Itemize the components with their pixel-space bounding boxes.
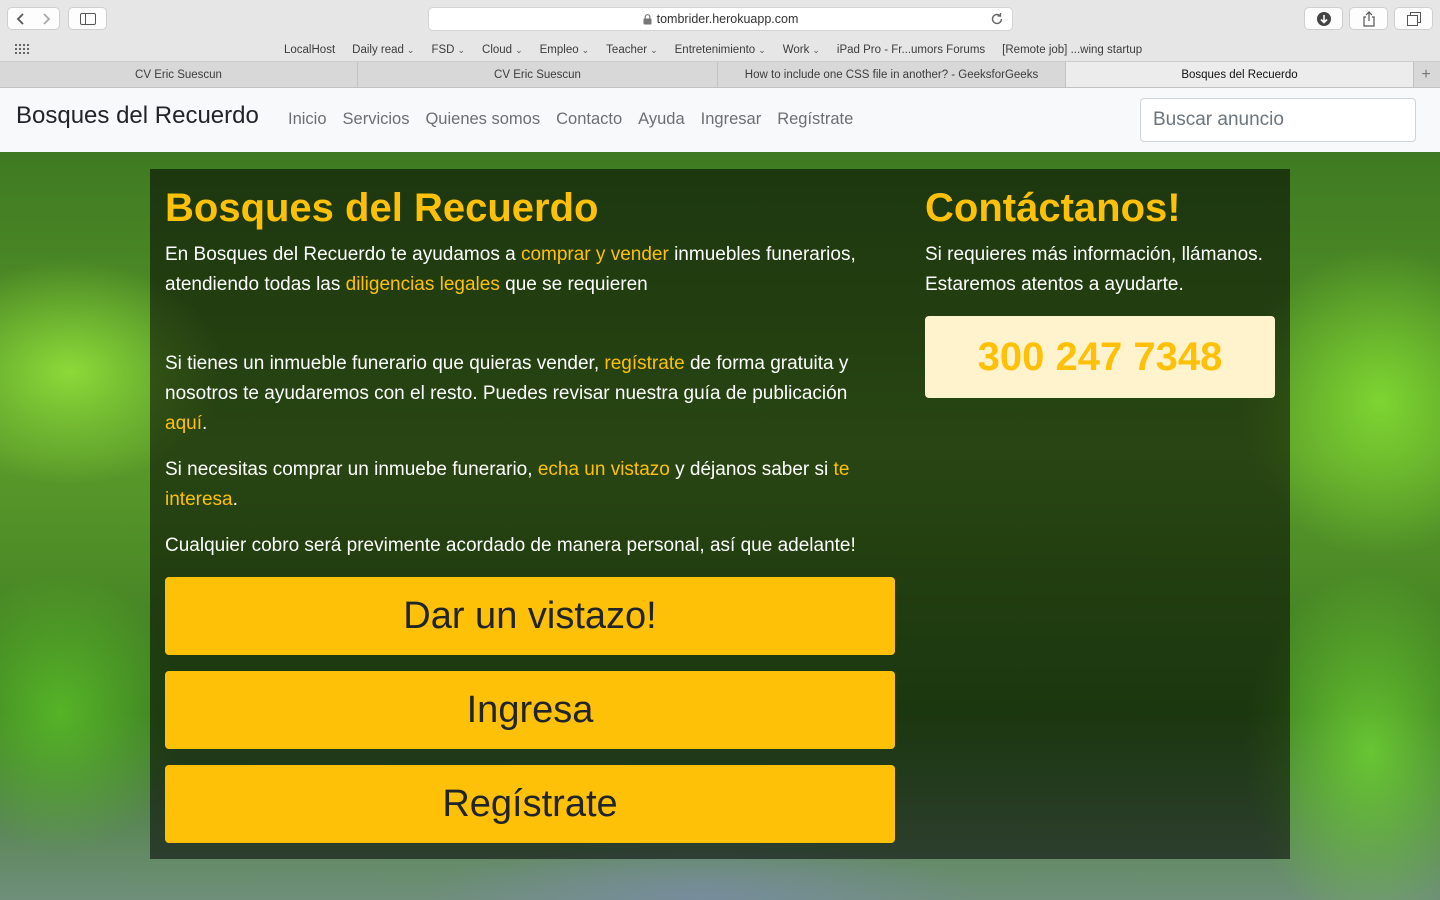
bookmarks-list: LocalHost Daily read ⌄ FSD ⌄ Cloud ⌄ Empleo ⌄ Tea… [284,38,1159,62]
bookmark-item[interactable]: Entretenimiento ⌄ [675,44,766,56]
chevron-down-icon: ⌄ [515,44,523,55]
browser-tab[interactable]: Bosques del Recuerdo [1066,62,1414,87]
buy-text-2: y déjanos saber si [669,459,834,480]
bookmark-item[interactable]: Empleo ⌄ [540,44,590,56]
share-button[interactable] [1349,7,1388,30]
intro-text-1: En Bosques del Recuerdo te ayudamos a [165,244,521,265]
address-text: tombrider.herokuapp.com [656,12,799,26]
intro-paragraph: En Bosques del Recuerdo te ayudamos a co… [165,240,885,300]
bookmark-label: FSD [431,44,455,56]
tabs-overview-button[interactable] [1394,7,1433,30]
guide-link[interactable]: aquí [165,413,202,434]
nav-link[interactable]: Servicios [343,110,410,129]
apps-grid-icon[interactable] [15,44,30,55]
register-button[interactable]: Regístrate [165,765,895,843]
main-title: Bosques del Recuerdo [165,186,599,230]
sidebar-icon [79,12,96,25]
browser-tab[interactable]: CV Eric Suescun [358,62,718,87]
sidebar-toggle-button[interactable] [68,7,107,30]
buy-sell-link[interactable]: comprar y vender [521,244,669,265]
sell-text-3: . [201,413,208,434]
bookmark-item[interactable]: Cloud ⌄ [482,44,523,56]
browse-button[interactable]: Dar un vistazo! [165,577,895,655]
search-input[interactable] [1140,98,1416,142]
tab-label: How to include one CSS file in another? … [744,68,1039,81]
bookmark-item[interactable]: Teacher ⌄ [606,44,657,56]
chevron-down-icon: ⌄ [812,44,820,55]
bookmark-item[interactable]: [Remote job] ...wing startup [1002,44,1142,56]
bookmark-label: Work [782,44,810,56]
bookmark-item[interactable]: FSD ⌄ [431,44,465,56]
tab-label: CV Eric Suescun [494,68,581,81]
register-link[interactable]: regístrate [604,353,684,374]
download-icon [1316,11,1331,26]
browser-toolbar: tombrider.herokuapp.com [0,0,1440,38]
sell-paragraph: Si tienes un inmueble funerario que quie… [165,349,885,439]
address-bar[interactable]: tombrider.herokuapp.com [428,7,1013,31]
chevron-down-icon: ⌄ [406,44,415,55]
chevron-left-icon [16,12,24,25]
site-navbar: Bosques del Recuerdo Inicio Servicios Quie… [0,88,1440,152]
bookmark-item[interactable]: LocalHost [284,44,335,56]
login-button[interactable]: Ingresa [165,671,895,749]
tab-label: CV Eric Suescun [135,68,222,81]
contact-text: Si requieres más información, llámanos. … [925,244,1263,295]
nav-link[interactable]: Regístrate [777,110,853,129]
bookmark-label: Teacher [606,44,648,56]
bookmark-label: Daily read [352,44,404,56]
chevron-down-icon: ⌄ [581,44,590,55]
browser-tab[interactable]: How to include one CSS file in another? … [718,62,1066,87]
chevron-right-icon [43,12,51,25]
lock-icon [643,13,652,24]
chevron-down-icon: ⌄ [650,44,658,55]
browse-link[interactable]: echa un vistazo [538,459,670,480]
browser-tab[interactable]: CV Eric Suescun [0,62,358,87]
phone-number[interactable]: 300 247 7348 [925,316,1275,398]
bookmark-label: LocalHost [284,44,336,56]
bookmark-label: Cloud [482,44,513,56]
buy-text-3: . [232,489,238,510]
nav-link[interactable]: Contacto [556,110,622,129]
tab-bar: CV Eric Suescun CV Eric Suescun How to inc… [0,62,1440,88]
bookmark-label: iPad Pro - Fr...umors Forums [836,44,986,56]
chevron-down-icon: ⌄ [758,44,766,55]
new-tab-icon[interactable]: + [1414,62,1438,87]
bookmark-label: Entretenimiento [674,44,756,56]
downloads-button[interactable] [1304,7,1343,30]
nav-link[interactable]: Inicio [288,110,327,129]
back-button[interactable] [7,7,34,30]
bookmark-item[interactable]: Daily read ⌄ [352,44,414,56]
buy-paragraph: Si necesitas comprar un inmuebe funerari… [165,455,885,515]
bookmark-item[interactable]: iPad Pro - Fr...umors Forums [837,44,985,56]
chevron-down-icon: ⌄ [457,44,466,55]
legal-link[interactable]: diligencias legales [346,274,500,295]
bookmark-item[interactable]: Work ⌄ [783,44,820,56]
nav-link[interactable]: Quienes somos [425,110,540,129]
sell-text-1: Si tienes un inmueble funerario que quie… [165,353,605,374]
reload-icon[interactable] [989,11,1005,27]
charges-paragraph: Cualquier cobro será previmente acordado… [165,535,856,556]
contact-title: Contáctanos! [925,186,1181,230]
tabs-icon [1406,11,1421,26]
intro-text-3: que se requieren [499,274,648,295]
bookmarks-bar: LocalHost Daily read ⌄ FSD ⌄ Cloud ⌄ Empleo ⌄ Tea… [0,38,1440,62]
nav-link[interactable]: Ayuda [638,110,685,129]
buy-text-1: Si necesitas comprar un inmuebe funerari… [165,459,538,480]
nav-links: Inicio Servicios Quienes somos Contacto Ayud… [288,110,853,129]
tab-label: Bosques del Recuerdo [1181,68,1298,81]
brand-logo[interactable]: Bosques del Recuerdo [16,102,259,130]
bookmark-label: Empleo [539,44,579,56]
nav-link[interactable]: Ingresar [701,110,762,129]
bookmark-label: [Remote job] ...wing startup [1002,44,1143,56]
forward-button[interactable] [33,7,60,30]
share-icon [1362,10,1375,27]
